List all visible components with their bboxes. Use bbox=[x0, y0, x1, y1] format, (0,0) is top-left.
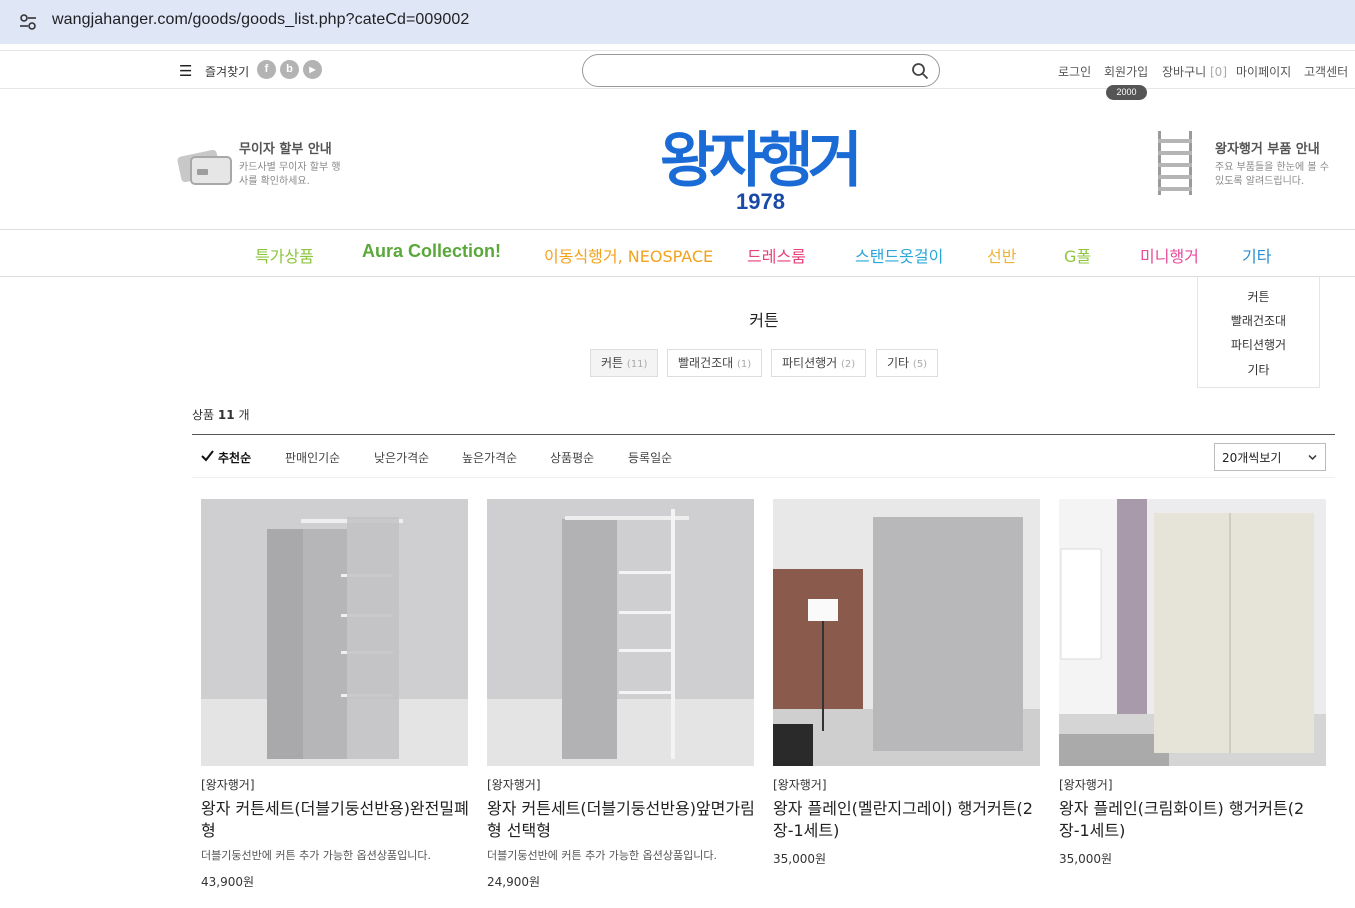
site-settings-icon[interactable] bbox=[18, 12, 38, 32]
search-icon[interactable] bbox=[911, 62, 929, 80]
site-logo[interactable]: 왕자행거 bbox=[660, 112, 863, 199]
facebook-icon[interactable]: f bbox=[257, 60, 276, 79]
menu-icon[interactable]: ☰ bbox=[179, 62, 192, 80]
chip-count: (2) bbox=[841, 359, 856, 370]
chip-label: 기타 bbox=[887, 356, 910, 370]
subcategory-chip-curtain[interactable]: 커튼 (11) bbox=[590, 349, 659, 377]
chip-count: (5) bbox=[912, 359, 928, 370]
product-image[interactable] bbox=[487, 499, 754, 766]
subcategory-chip-etc[interactable]: 기타 (5) bbox=[876, 349, 939, 377]
dropdown-item-curtain[interactable]: 커튼 bbox=[1198, 288, 1319, 305]
search-box[interactable] bbox=[582, 54, 940, 87]
sort-recommended[interactable]: 추천순 bbox=[218, 449, 251, 466]
favorites-link[interactable]: 즐겨찾기 bbox=[205, 63, 249, 80]
product-price: 43,900원 bbox=[201, 875, 255, 889]
parts-guide-desc: 주요 부품들을 한눈에 볼 수 있도록 알려드립니다. bbox=[1215, 162, 1329, 187]
url-text[interactable]: wangjahanger.com/goods/goods_list.php?ca… bbox=[52, 11, 469, 29]
product-name[interactable]: 왕자 플레인(크림화이트) 행거커튼(2장-1세트) bbox=[1059, 798, 1329, 842]
product-brand: [왕자행거] bbox=[201, 778, 255, 792]
sort-high-price[interactable]: 높은가격순 bbox=[462, 449, 517, 466]
top-utility-bar: ☰ 즐겨찾기 f b ▶ 로그인 회원가입 장바구니 [0] 마이페이지 고객센… bbox=[0, 50, 1355, 89]
installment-title[interactable]: 무이자 할부 안내 bbox=[239, 138, 332, 157]
per-page-value: 20개씩보기 bbox=[1222, 451, 1282, 465]
chip-label: 빨래건조대 bbox=[678, 356, 734, 370]
product-name[interactable]: 왕자 플레인(멜란지그레이) 행거커튼(2장-1세트) bbox=[773, 798, 1043, 842]
join-point-badge: 2000 bbox=[1106, 85, 1147, 100]
product-price: 24,900원 bbox=[487, 875, 541, 889]
blog-icon[interactable]: b bbox=[280, 60, 299, 79]
sort-popular[interactable]: 판매인기순 bbox=[285, 449, 340, 466]
search-input[interactable] bbox=[597, 61, 897, 81]
chip-count: (1) bbox=[737, 359, 752, 370]
nav-stand-hanger[interactable]: 스탠드옷걸이 bbox=[855, 243, 943, 267]
product-desc: 더블기둥선반에 커튼 추가 가능한 옵션상품입니다. bbox=[487, 849, 718, 862]
nav-dressroom[interactable]: 드레스룸 bbox=[747, 243, 806, 267]
youtube-icon[interactable]: ▶ bbox=[303, 60, 322, 79]
count-value: 11 bbox=[217, 408, 235, 422]
join-link[interactable]: 회원가입 bbox=[1104, 63, 1148, 80]
count-label: 상품 bbox=[192, 408, 215, 422]
chip-count: (11) bbox=[626, 359, 648, 370]
etc-dropdown-menu: 커튼 빨래건조대 파티션행거 기타 bbox=[1197, 277, 1320, 388]
category-title: 커튼 bbox=[749, 311, 779, 330]
product-image[interactable] bbox=[201, 499, 468, 766]
subcategory-chip-drying-rack[interactable]: 빨래건조대 (1) bbox=[667, 349, 763, 377]
browser-address-bar[interactable]: wangjahanger.com/goods/goods_list.php?ca… bbox=[0, 0, 1355, 44]
nav-shelf[interactable]: 선반 bbox=[987, 243, 1016, 267]
check-icon bbox=[201, 450, 214, 462]
sort-newest[interactable]: 등록일순 bbox=[628, 449, 672, 466]
nav-special-deals[interactable]: 특가상품 bbox=[255, 243, 314, 267]
nav-mobile-hanger[interactable]: 이동식행거, NEOSPACE bbox=[544, 243, 713, 267]
product-desc: 더블기둥선반에 커튼 추가 가능한 옵션상품입니다. bbox=[201, 849, 432, 862]
mypage-link[interactable]: 마이페이지 bbox=[1236, 63, 1291, 80]
product-brand: [왕자행거] bbox=[1059, 778, 1113, 792]
product-name[interactable]: 왕자 커튼세트(더블기둥선반용)완전밀폐형 bbox=[201, 798, 471, 842]
product-image[interactable] bbox=[773, 499, 1040, 766]
dropdown-item-etc[interactable]: 기타 bbox=[1198, 361, 1319, 378]
chip-label: 커튼 bbox=[601, 356, 624, 370]
nav-g-pole[interactable]: G폴 bbox=[1064, 243, 1091, 267]
product-image[interactable] bbox=[1059, 499, 1326, 766]
login-link[interactable]: 로그인 bbox=[1058, 63, 1091, 80]
credit-card-icon[interactable] bbox=[177, 143, 233, 187]
chip-label: 파티션행거 bbox=[782, 356, 838, 370]
logo-year: 1978 bbox=[736, 189, 785, 214]
product-brand: [왕자행거] bbox=[773, 778, 827, 792]
cart-label: 장바구니 bbox=[1162, 65, 1207, 79]
chevron-down-icon bbox=[1308, 454, 1317, 461]
sort-bar: 추천순 판매인기순 낮은가격순 높은가격순 상품평순 등록일순 bbox=[192, 434, 1335, 478]
count-unit: 개 bbox=[238, 408, 250, 422]
product-price: 35,000원 bbox=[1059, 852, 1113, 866]
nav-mini-hanger[interactable]: 미니행거 bbox=[1140, 243, 1199, 267]
shelf-parts-icon[interactable] bbox=[1156, 131, 1194, 195]
support-link[interactable]: 고객센터 bbox=[1304, 63, 1348, 80]
cart-count: [0] bbox=[1210, 65, 1227, 79]
per-page-select[interactable]: 20개씩보기 bbox=[1214, 443, 1326, 471]
product-price: 35,000원 bbox=[773, 852, 827, 866]
sort-reviews[interactable]: 상품평순 bbox=[550, 449, 594, 466]
sort-low-price[interactable]: 낮은가격순 bbox=[374, 449, 429, 466]
dropdown-item-partition-hanger[interactable]: 파티션행거 bbox=[1198, 336, 1319, 353]
category-nav: 특가상품 Aura Collection! 이동식행거, NEOSPACE 드레… bbox=[0, 229, 1355, 277]
installment-desc: 카드사별 무이자 할부 행사를 확인하세요. bbox=[239, 162, 341, 187]
nav-etc[interactable]: 기타 bbox=[1242, 243, 1271, 267]
nav-aura-collection[interactable]: Aura Collection! bbox=[362, 241, 501, 262]
product-name[interactable]: 왕자 커튼세트(더블기둥선반용)앞면가림형 선택형 bbox=[487, 798, 757, 842]
cart-link[interactable]: 장바구니 [0] bbox=[1162, 63, 1227, 80]
subcategory-chip-partition-hanger[interactable]: 파티션행거 (2) bbox=[771, 349, 867, 377]
product-brand: [왕자행거] bbox=[487, 778, 541, 792]
product-count: 상품 11 개 bbox=[192, 406, 250, 423]
parts-guide-title[interactable]: 왕자행거 부품 안내 bbox=[1215, 138, 1320, 157]
